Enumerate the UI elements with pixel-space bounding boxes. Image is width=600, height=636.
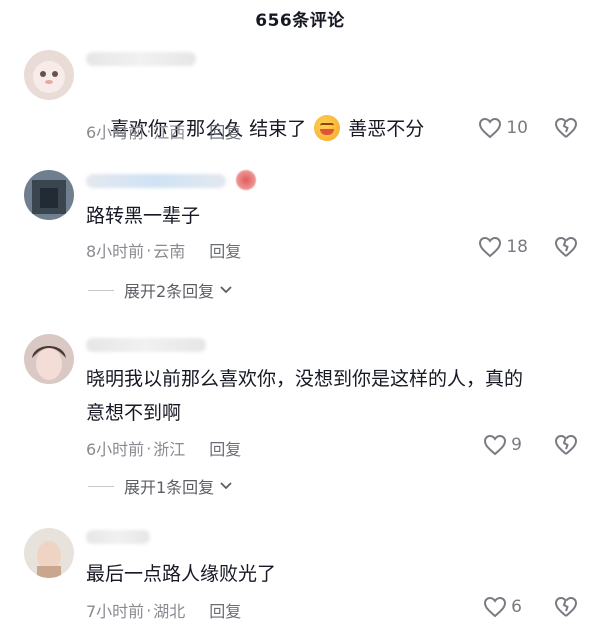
dislike-button[interactable]	[554, 236, 578, 262]
avatar[interactable]	[24, 334, 74, 384]
reply-button[interactable]: 回复	[209, 436, 241, 460]
broken-heart-icon	[554, 434, 578, 455]
expand-replies-button[interactable]: 展开1条回复	[88, 474, 232, 498]
comment-count-title: 656条评论	[255, 10, 345, 31]
like-button[interactable]: 10	[478, 117, 528, 139]
avatar[interactable]	[24, 50, 74, 100]
chevron-down-icon	[220, 482, 232, 490]
face-with-tears-emoji	[314, 115, 341, 141]
reply-button[interactable]: 回复	[209, 238, 241, 262]
comment-time: 7小时前	[86, 602, 145, 621]
blurred-username	[86, 52, 196, 66]
comment-time: 6小时前	[86, 440, 145, 459]
heart-outline-icon	[484, 596, 507, 618]
like-button[interactable]: 18	[478, 236, 528, 258]
like-count: 18	[506, 237, 528, 257]
comment-meta: 6小时前 · 浙江 回复	[86, 436, 241, 460]
like-count: 6	[511, 597, 522, 617]
like-count: 9	[511, 435, 522, 455]
comment-text: 晓明我以前那么喜欢你，没想到你是这样的人，真的 意想不到啊	[86, 368, 524, 424]
expand-replies-label: 展开1条回复	[124, 478, 215, 497]
comment-time: 6小时前	[86, 123, 145, 142]
expand-replies-button[interactable]: 展开2条回复	[88, 278, 232, 302]
comment-meta: 8小时前 · 云南 回复	[86, 238, 241, 262]
broken-heart-icon	[554, 236, 578, 257]
blurred-username	[86, 530, 150, 544]
heart-outline-icon	[484, 434, 507, 456]
expand-replies-label: 展开2条回复	[124, 282, 215, 301]
blurred-badge	[236, 170, 256, 190]
comment-location: 江西	[153, 123, 186, 142]
like-button[interactable]: 9	[483, 434, 522, 456]
broken-heart-icon	[554, 117, 578, 138]
divider-line	[88, 289, 114, 291]
comment-meta: 6小时前 · 江西 回复	[86, 119, 241, 143]
reply-button[interactable]: 回复	[209, 119, 241, 143]
dislike-button[interactable]	[554, 434, 578, 460]
comment-time: 8小时前	[86, 242, 145, 261]
reply-button[interactable]: 回复	[209, 598, 241, 622]
comment-meta: 7小时前 · 湖北 回复	[86, 598, 241, 622]
chevron-down-icon	[220, 286, 232, 294]
comment-text: 最后一点路人缘败光了	[86, 563, 277, 585]
comment-text: 路转黑一辈子	[86, 205, 201, 227]
comment-location: 云南	[153, 242, 186, 261]
divider-line	[88, 485, 114, 487]
comment-location: 浙江	[153, 440, 186, 459]
comments-header: 656条评论	[0, 0, 600, 36]
blurred-username	[86, 338, 206, 352]
avatar[interactable]	[24, 528, 74, 578]
broken-heart-icon	[554, 596, 578, 617]
avatar[interactable]	[24, 170, 74, 220]
comment-location: 湖北	[153, 602, 186, 621]
heart-outline-icon	[479, 117, 502, 139]
dislike-button[interactable]	[554, 596, 578, 622]
heart-outline-icon	[479, 236, 502, 258]
like-button[interactable]: 6	[483, 596, 522, 618]
dislike-button[interactable]	[554, 117, 578, 143]
blurred-username	[86, 174, 226, 188]
like-count: 10	[506, 118, 528, 138]
